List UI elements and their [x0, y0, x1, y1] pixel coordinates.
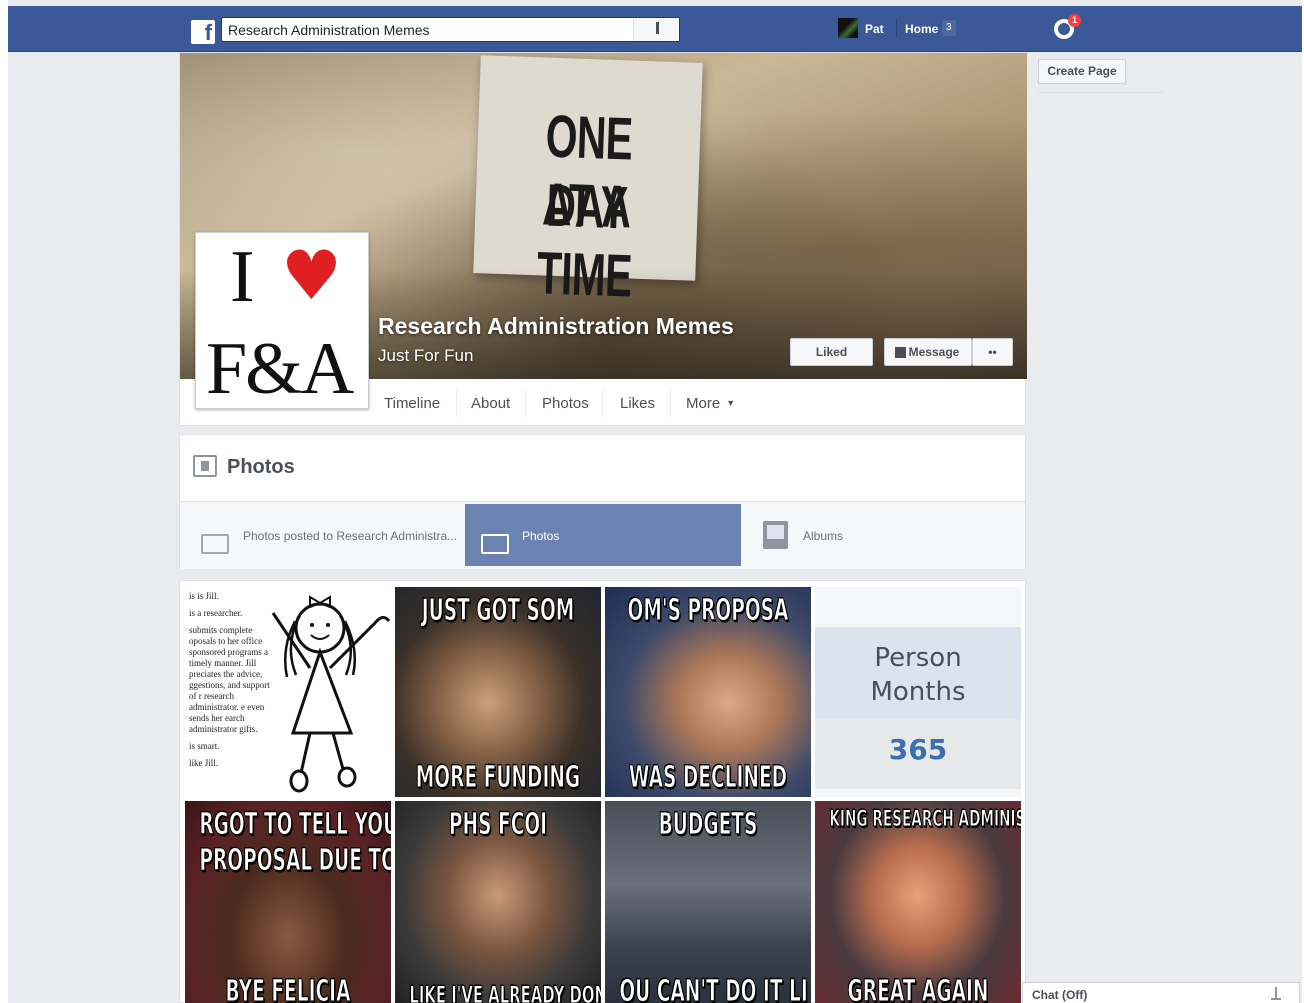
search-input[interactable] [222, 18, 632, 41]
photo-tile-great-again[interactable]: KING RESEARCH ADMINISTRAT GREAT AGAIN [815, 801, 1021, 1003]
photos-section: Photos Photos posted to Research Adminis… [179, 434, 1026, 569]
profile-picture[interactable]: I ♥ F&A [195, 232, 369, 410]
liked-button[interactable]: Liked [790, 338, 873, 366]
top-bar: f Pat Home 3 1 [8, 6, 1302, 52]
user-avatar[interactable] [838, 18, 858, 38]
photo-tile-more-funding[interactable]: JUST GOT SOM MORE FUNDING [395, 587, 601, 797]
nav-divider [896, 18, 897, 38]
stick-figure-drawing [271, 595, 391, 793]
left-edge [0, 0, 8, 1003]
notifications-badge: 1 [1068, 14, 1081, 27]
subtab-photos-posted[interactable]: Photos posted to Research Administra... [183, 504, 463, 566]
heart-icon: ♥ [281, 237, 342, 316]
photo-stack-icon [201, 534, 229, 554]
page-title[interactable]: Research Administration Memes [378, 313, 734, 340]
search-box [221, 17, 680, 42]
meme-bottom-text: LIKE I'VE ALREADY DONE [409, 981, 601, 1003]
page-category: Just For Fun [378, 346, 474, 365]
tab-more[interactable]: More ▼ [686, 395, 735, 412]
tab-photos[interactable]: Photos [542, 395, 589, 412]
photo-stack-icon [481, 534, 509, 554]
create-page-button[interactable]: Create Page [1038, 59, 1126, 84]
meme-bottom-text: OU CAN'T DO IT LI [619, 974, 808, 1003]
logo-letter: f [204, 20, 212, 45]
photo-tile-jill[interactable]: is is Jill. is a researcher. submits com… [185, 587, 391, 797]
home-link[interactable]: Home [905, 22, 938, 36]
meme-middle-text: PROPOSAL DUE TODAY [199, 843, 391, 879]
photo-tile-bye-felicia[interactable]: RGOT TO TELL YOU I HA PROPOSAL DUE TODAY… [185, 801, 391, 1003]
photo-tile-person-months[interactable]: Person Months 365 [815, 587, 1021, 797]
meme-bottom-text: WAS DECLINED [628, 760, 788, 796]
meme-top-text: RGOT TO TELL YOU I HA [199, 807, 391, 843]
meme-bottom-text: BYE FELICIA [225, 974, 351, 1003]
photos-heading[interactable]: Photos [227, 456, 295, 479]
meme-top-text: PHS FCOI [448, 807, 548, 843]
photo-grid: is is Jill. is a researcher. submits com… [179, 580, 1026, 1003]
person-months-label: Person Months [815, 627, 1021, 719]
tab-divider [670, 389, 671, 417]
person-months-value: 365 [815, 719, 1021, 789]
tab-timeline[interactable]: Timeline [384, 395, 440, 412]
subtab-photos[interactable]: Photos [465, 504, 741, 566]
person-months-line1: Person [874, 643, 962, 673]
album-icon [763, 521, 788, 549]
more-options-button[interactable]: •• [972, 338, 1013, 366]
photos-icon [193, 455, 217, 477]
photo-tile-was-declined[interactable]: OM'S PROPOSA WAS DECLINED [605, 587, 811, 797]
profile-pic-text-fa: F&A [206, 328, 354, 410]
chat-options-icon[interactable] [1271, 987, 1281, 1000]
tab-more-label: More [686, 395, 721, 412]
user-name-link[interactable]: Pat [865, 22, 884, 36]
subtab-albums[interactable]: Albums [743, 504, 1023, 566]
tab-divider [456, 389, 457, 417]
meme-bottom-text: MORE FUNDING [415, 760, 581, 796]
meme-top-text: KING RESEARCH ADMINISTRAT [829, 807, 1021, 833]
profile-pic-text-i: I [230, 236, 255, 318]
home-count-badge: 3 [942, 20, 956, 36]
chat-bar[interactable]: Chat (Off) [1022, 982, 1300, 1003]
caret-down-icon: ▼ [726, 398, 736, 408]
person-months-line2: Months [870, 677, 966, 707]
tab-divider [602, 389, 603, 417]
meme-top-text: OM'S PROPOSA [627, 593, 789, 629]
subtab-label: Photos posted to Research Administra... [243, 529, 458, 543]
chat-status-label: Chat (Off) [1032, 988, 1088, 1002]
photo-tile-budgets[interactable]: BUDGETS OU CAN'T DO IT LI [605, 801, 811, 1003]
photos-subtabs: Photos posted to Research Administra... … [180, 501, 1025, 569]
meme-top-text: JUST GOT SOM [421, 593, 575, 629]
meme-top-text: BUDGETS [658, 807, 758, 843]
tab-likes[interactable]: Likes [620, 395, 655, 412]
meme-bottom-text: GREAT AGAIN [847, 974, 989, 1003]
tab-about[interactable]: About [471, 395, 510, 412]
sidebar-divider [1038, 92, 1163, 93]
photo-tile-phs-fcoi[interactable]: PHS FCOI LIKE I'VE ALREADY DONE [395, 801, 601, 1003]
facebook-logo-icon[interactable]: f [191, 20, 215, 45]
cover-sign: ONE DAY AT A TIME [473, 55, 703, 310]
subtab-label: Albums [803, 529, 844, 543]
subtab-label: Photos [522, 529, 560, 543]
tab-divider [525, 389, 526, 417]
search-button[interactable] [633, 18, 679, 41]
message-button[interactable]: Message [884, 338, 972, 366]
